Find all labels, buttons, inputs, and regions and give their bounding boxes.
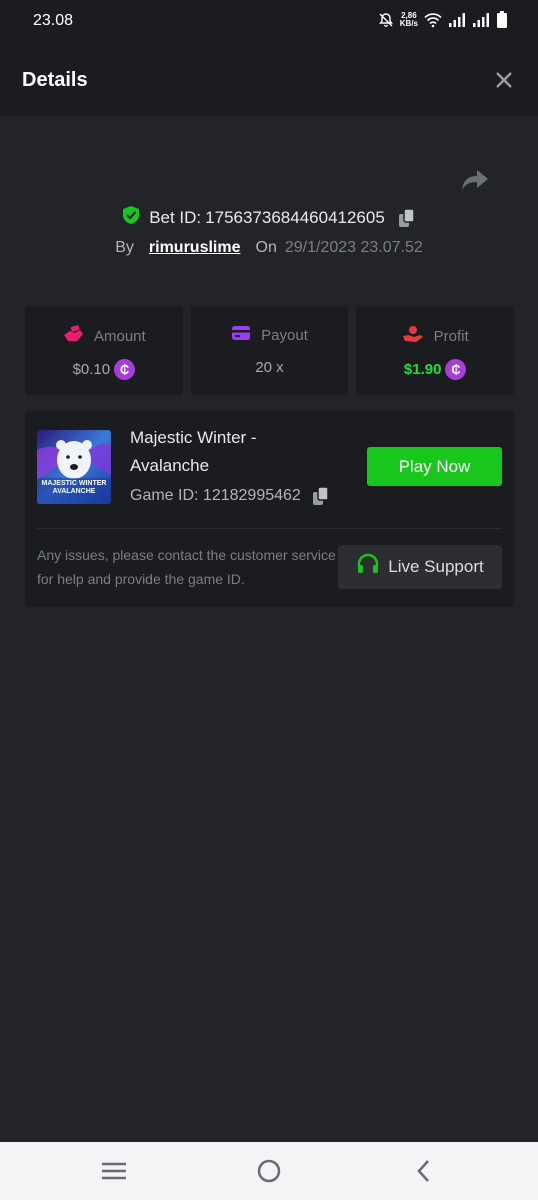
close-icon — [496, 72, 512, 88]
game-name: Majestic Winter - Avalanche — [130, 428, 257, 475]
live-support-button[interactable]: Live Support — [338, 545, 502, 589]
thumb-title-line1: MAJESTIC WINTER — [41, 480, 107, 487]
home-button[interactable] — [254, 1158, 284, 1184]
thumb-title-line2: AVALANCHE — [52, 488, 96, 495]
game-id-value: 12182995462 — [202, 487, 301, 504]
page-title: Details — [22, 69, 88, 91]
mute-icon — [378, 12, 394, 28]
game-id-row: Game ID: 12182995462 — [130, 486, 331, 506]
bet-meta-row: By rimuruslime On 29/1/2023 23.07.52 — [0, 239, 538, 257]
profit-icon — [402, 325, 424, 347]
by-label: By — [115, 239, 134, 256]
copy-icon — [398, 207, 415, 227]
back-chevron-icon — [417, 1160, 429, 1182]
status-time: 23.08 — [33, 12, 74, 29]
status-bar: 23.08 2,86 KB/s — [0, 0, 538, 44]
coin-icon: ₵ — [445, 359, 467, 380]
net-speed: 2,86 KB/s — [400, 12, 418, 28]
game-card: MAJESTIC WINTER AVALANCHE Majestic Winte… — [25, 411, 514, 607]
game-thumbnail[interactable]: MAJESTIC WINTER AVALANCHE — [37, 430, 111, 504]
bet-datetime: 29/1/2023 23.07.52 — [284, 239, 423, 256]
stat-profit: Profit $1.90 ₵ — [356, 306, 515, 395]
play-now-button[interactable]: Play Now — [367, 447, 502, 486]
close-button[interactable] — [494, 70, 514, 90]
payout-value: 20 x — [255, 359, 284, 376]
bet-id-row: Bet ID: 1756373684460412605 — [0, 205, 538, 230]
menu-icon — [102, 1162, 126, 1180]
copy-game-id-button[interactable] — [311, 486, 331, 506]
amount-value: $0.10 — [72, 361, 111, 378]
status-icons: 2,86 KB/s — [378, 11, 508, 29]
back-button[interactable] — [409, 1158, 439, 1184]
copy-bet-id-button[interactable] — [397, 207, 417, 228]
coin-icon: ₵ — [114, 359, 136, 380]
bet-id-label: Bet ID: — [149, 207, 202, 227]
recent-apps-button[interactable] — [99, 1158, 129, 1184]
verified-shield-icon — [121, 205, 141, 230]
copy-icon — [312, 486, 329, 505]
on-label: On — [255, 239, 277, 256]
system-nav-bar — [0, 1142, 538, 1200]
payout-card-icon — [231, 325, 251, 345]
stat-amount: Amount $0.10 ₵ — [25, 306, 183, 395]
live-support-label: Live Support — [388, 557, 484, 576]
support-notice: Any issues, please contact the customer … — [37, 547, 336, 587]
signal-icon — [448, 12, 466, 28]
profit-value: $1.90 — [403, 361, 442, 378]
profit-label: Profit — [433, 327, 469, 345]
stat-payout: Payout 20 x — [190, 306, 349, 395]
bet-id-value: 1756373684460412605 — [205, 207, 385, 227]
amount-icon — [62, 325, 84, 347]
share-icon — [462, 170, 488, 190]
headset-icon — [356, 553, 380, 582]
wifi-icon — [424, 12, 442, 28]
divider — [37, 528, 502, 529]
payout-label: Payout — [261, 326, 308, 344]
net-speed-unit: KB/s — [399, 19, 418, 28]
bet-stats: Amount $0.10 ₵ Payout 20 x Profit $1.90 … — [25, 306, 515, 395]
battery-icon — [496, 11, 508, 29]
share-button[interactable] — [461, 168, 489, 192]
home-circle-icon — [257, 1159, 281, 1183]
game-id-label: Game ID: — [130, 487, 199, 504]
amount-label: Amount — [93, 327, 146, 345]
signal-icon — [472, 12, 490, 28]
username-link[interactable]: rimuruslime — [149, 239, 241, 257]
modal-header: Details — [0, 44, 538, 116]
